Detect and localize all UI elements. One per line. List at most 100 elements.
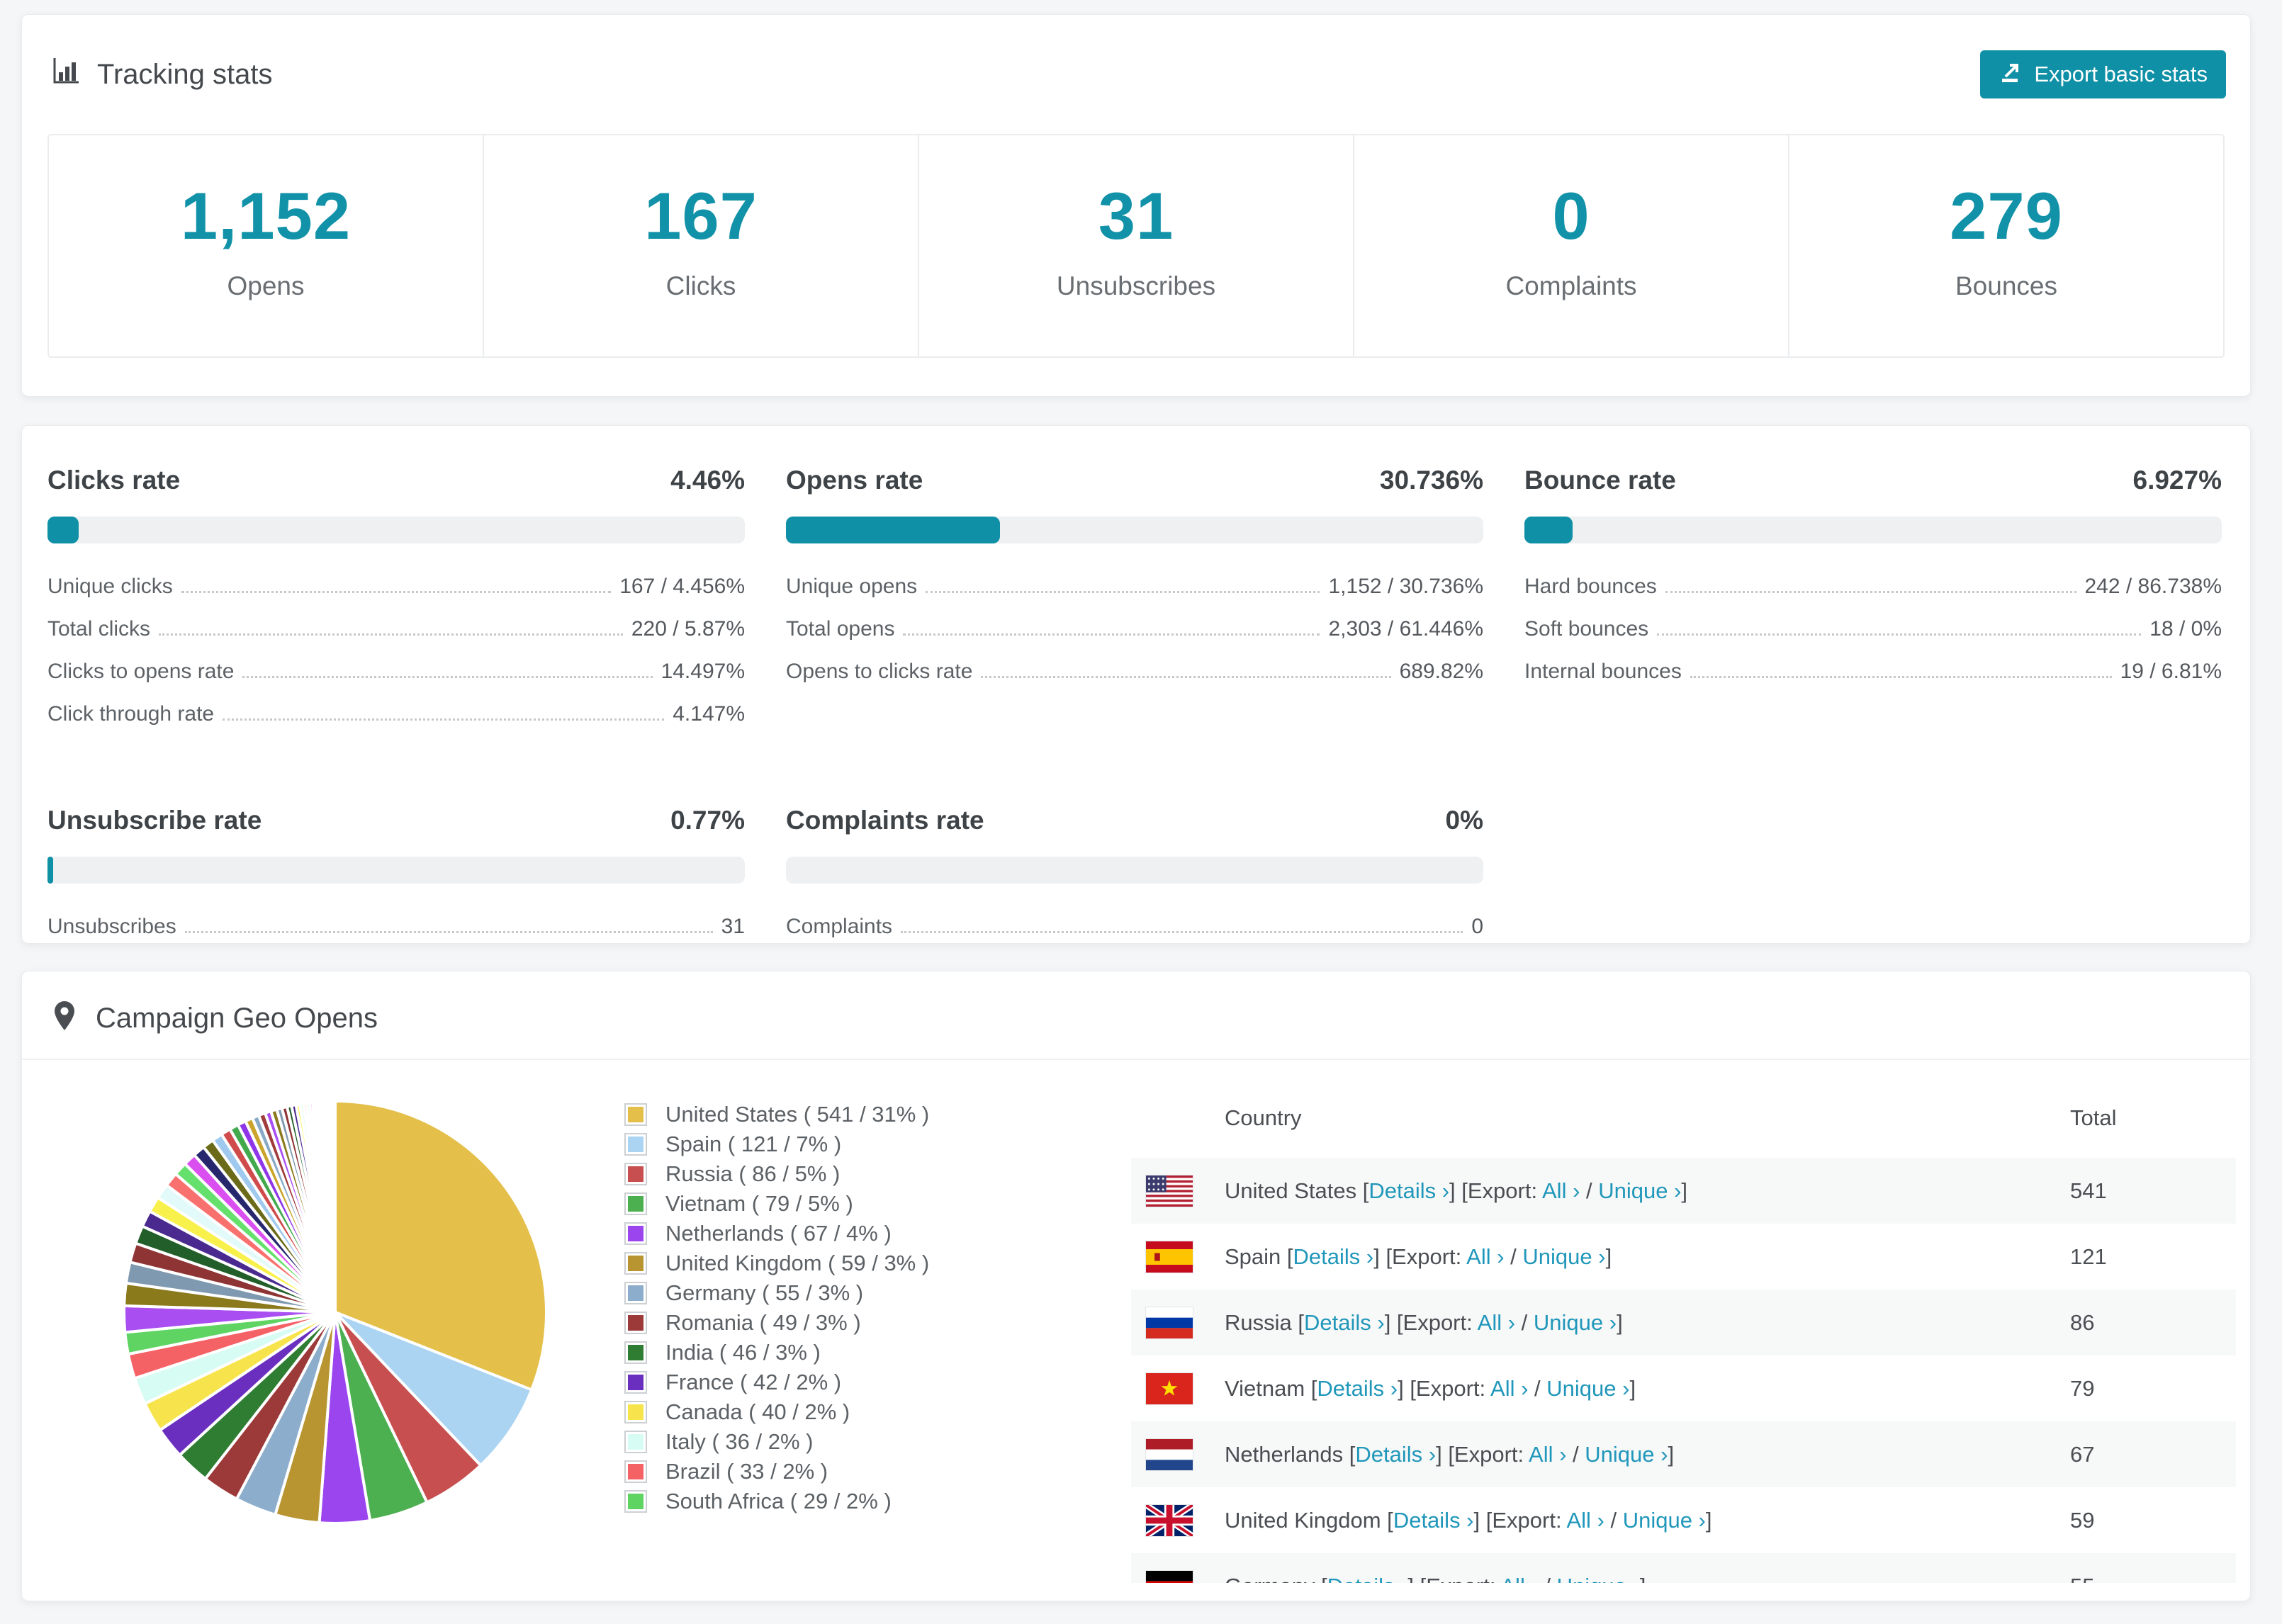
rate-detail-row: Click through rate 4.147% <box>47 702 745 726</box>
table-row: Spain [Details ›] [Export: All › / Uniqu… <box>1131 1224 2236 1290</box>
legend-swatch <box>624 1282 647 1304</box>
unsubscribe-rate-title: Unsubscribe rate <box>47 806 262 835</box>
legend-item[interactable]: Brazil ( 33 / 2% ) <box>624 1457 1131 1487</box>
legend-label: India ( 46 / 3% ) <box>665 1340 821 1365</box>
country-cell: United Kingdom [Details ›] [Export: All … <box>1225 1507 1712 1533</box>
complaints-count: 0 <box>1552 179 1590 253</box>
legend-item[interactable]: Canada ( 40 / 2% ) <box>624 1397 1131 1427</box>
table-row: United Kingdom [Details ›] [Export: All … <box>1131 1487 2236 1553</box>
legend-swatch <box>624 1371 647 1394</box>
complaints-label: Complaints <box>1505 271 1637 300</box>
total-cell: 86 <box>2070 1309 2095 1335</box>
table-row: United States [Details ›] [Export: All ›… <box>1131 1158 2236 1224</box>
legend-label: Brazil ( 33 / 2% ) <box>665 1459 828 1484</box>
legend-label: Spain ( 121 / 7% ) <box>665 1132 842 1156</box>
dotted-leader <box>926 591 1320 593</box>
geo-pie-chart <box>22 1060 624 1583</box>
export-unique-link[interactable]: Unique › <box>1598 1178 1681 1203</box>
rate-detail-row: Clicks to opens rate 14.497% <box>47 660 745 683</box>
total-cell: 79 <box>2070 1375 2095 1401</box>
rates-card: Clicks rate 4.46% Unique clicks 167 / 4.45… <box>21 425 2251 944</box>
export-unique-link[interactable]: Unique › <box>1557 1574 1640 1584</box>
unsubscribes-count: 31 <box>1098 179 1174 253</box>
bar-chart-icon <box>50 55 82 94</box>
rate-detail-row: Complaints 0 <box>786 915 1483 938</box>
legend-label: South Africa ( 29 / 2% ) <box>665 1489 892 1513</box>
gb-flag-icon <box>1145 1504 1193 1537</box>
details-link[interactable]: Details › <box>1368 1178 1449 1203</box>
total-cell: 67 <box>2070 1441 2095 1467</box>
legend-swatch <box>624 1312 647 1334</box>
details-link[interactable]: Details › <box>1393 1508 1474 1533</box>
country-column-header: Country <box>1225 1105 1302 1130</box>
stat-complaints: 0 Complaints <box>1353 135 1788 356</box>
es-flag-icon <box>1145 1240 1193 1273</box>
export-unique-link[interactable]: Unique › <box>1534 1310 1617 1335</box>
bounces-count: 279 <box>1950 179 2063 253</box>
rate-detail-label: Total clicks <box>47 617 151 641</box>
summary-stats-row: 1,152 Opens 167 Clicks 31 Unsubscribes 0… <box>47 134 2225 358</box>
unsubscribes-label: Unsubscribes <box>1056 271 1216 300</box>
legend-item[interactable]: Romania ( 49 / 3% ) <box>624 1308 1131 1338</box>
rate-detail-row: Total clicks 220 / 5.87% <box>47 617 745 641</box>
legend-item[interactable]: South Africa ( 29 / 2% ) <box>624 1487 1131 1516</box>
geo-section-title: Campaign Geo Opens <box>96 1002 378 1034</box>
legend-item[interactable]: Russia ( 86 / 5% ) <box>624 1159 1131 1189</box>
export-basic-stats-button[interactable]: Export basic stats <box>1980 50 2226 98</box>
legend-item[interactable]: Germany ( 55 / 3% ) <box>624 1278 1131 1308</box>
details-link[interactable]: Details › <box>1327 1574 1408 1584</box>
rate-detail-value: 0 <box>1471 915 1483 938</box>
rate-detail-label: Complaints <box>786 915 893 938</box>
table-row: Netherlands [Details ›] [Export: All › /… <box>1131 1421 2236 1487</box>
export-all-link[interactable]: All › <box>1566 1508 1604 1533</box>
opens-count: 1,152 <box>180 179 352 253</box>
export-all-link[interactable]: All › <box>1542 1178 1580 1203</box>
export-unique-link[interactable]: Unique › <box>1623 1508 1706 1533</box>
legend-item[interactable]: United Kingdom ( 59 / 3% ) <box>624 1248 1131 1278</box>
stat-clicks: 167 Clicks <box>483 135 918 356</box>
rate-detail-row: Hard bounces 242 / 86.738% <box>1524 575 2222 598</box>
legend-swatch <box>624 1192 647 1215</box>
legend-swatch <box>624 1103 647 1126</box>
details-link[interactable]: Details › <box>1293 1244 1374 1269</box>
export-all-link[interactable]: All › <box>1529 1442 1566 1467</box>
legend-label: United Kingdom ( 59 / 3% ) <box>665 1251 930 1275</box>
rate-detail-value: 18 / 0% <box>2149 617 2222 641</box>
legend-item[interactable]: India ( 46 / 3% ) <box>624 1338 1131 1368</box>
legend-label: France ( 42 / 2% ) <box>665 1370 842 1394</box>
export-all-link[interactable]: All › <box>1478 1310 1515 1335</box>
export-all-link[interactable]: All › <box>1500 1574 1538 1584</box>
geo-table: Country Total United States [Details ›] … <box>1131 1060 2236 1583</box>
export-all-link[interactable]: All › <box>1490 1376 1528 1401</box>
total-cell: 59 <box>2070 1507 2095 1533</box>
rate-detail-value: 31 <box>721 915 745 938</box>
legend-label: Russia ( 86 / 5% ) <box>665 1161 841 1186</box>
country-cell: United States [Details ›] [Export: All ›… <box>1225 1178 1688 1203</box>
legend-item[interactable]: Italy ( 36 / 2% ) <box>624 1427 1131 1457</box>
rate-detail-row: Unsubscribes 31 <box>47 915 745 938</box>
export-unique-link[interactable]: Unique › <box>1522 1244 1605 1269</box>
export-unique-link[interactable]: Unique › <box>1546 1376 1629 1401</box>
export-unique-link[interactable]: Unique › <box>1585 1442 1668 1467</box>
details-link[interactable]: Details › <box>1304 1310 1385 1335</box>
rate-detail-value: 167 / 4.456% <box>619 575 745 598</box>
rate-detail-label: Hard bounces <box>1524 575 1657 598</box>
details-link[interactable]: Details › <box>1317 1376 1398 1401</box>
rate-detail-row: Soft bounces 18 / 0% <box>1524 617 2222 641</box>
bounce-rate-title: Bounce rate <box>1524 466 1676 495</box>
legend-item[interactable]: Vietnam ( 79 / 5% ) <box>624 1189 1131 1219</box>
legend-label: Germany ( 55 / 3% ) <box>665 1280 864 1305</box>
legend-item[interactable]: Netherlands ( 67 / 4% ) <box>624 1219 1131 1248</box>
unsubscribe-rate-bar <box>47 857 745 884</box>
details-link[interactable]: Details › <box>1355 1442 1436 1467</box>
pie-legend: United States ( 541 / 31% ) Spain ( 121 /… <box>624 1060 1131 1583</box>
legend-item[interactable]: France ( 42 / 2% ) <box>624 1368 1131 1397</box>
rate-detail-label: Total opens <box>786 617 895 641</box>
clicks-rate-value: 4.46% <box>670 466 745 495</box>
export-all-link[interactable]: All › <box>1466 1244 1504 1269</box>
rate-detail-label: Opens to clicks rate <box>786 660 973 683</box>
legend-item[interactable]: United States ( 541 / 31% ) <box>624 1100 1131 1129</box>
legend-item[interactable]: Spain ( 121 / 7% ) <box>624 1129 1131 1159</box>
country-cell: Netherlands [Details ›] [Export: All › /… <box>1225 1441 1675 1467</box>
opens-rate-title: Opens rate <box>786 466 923 495</box>
